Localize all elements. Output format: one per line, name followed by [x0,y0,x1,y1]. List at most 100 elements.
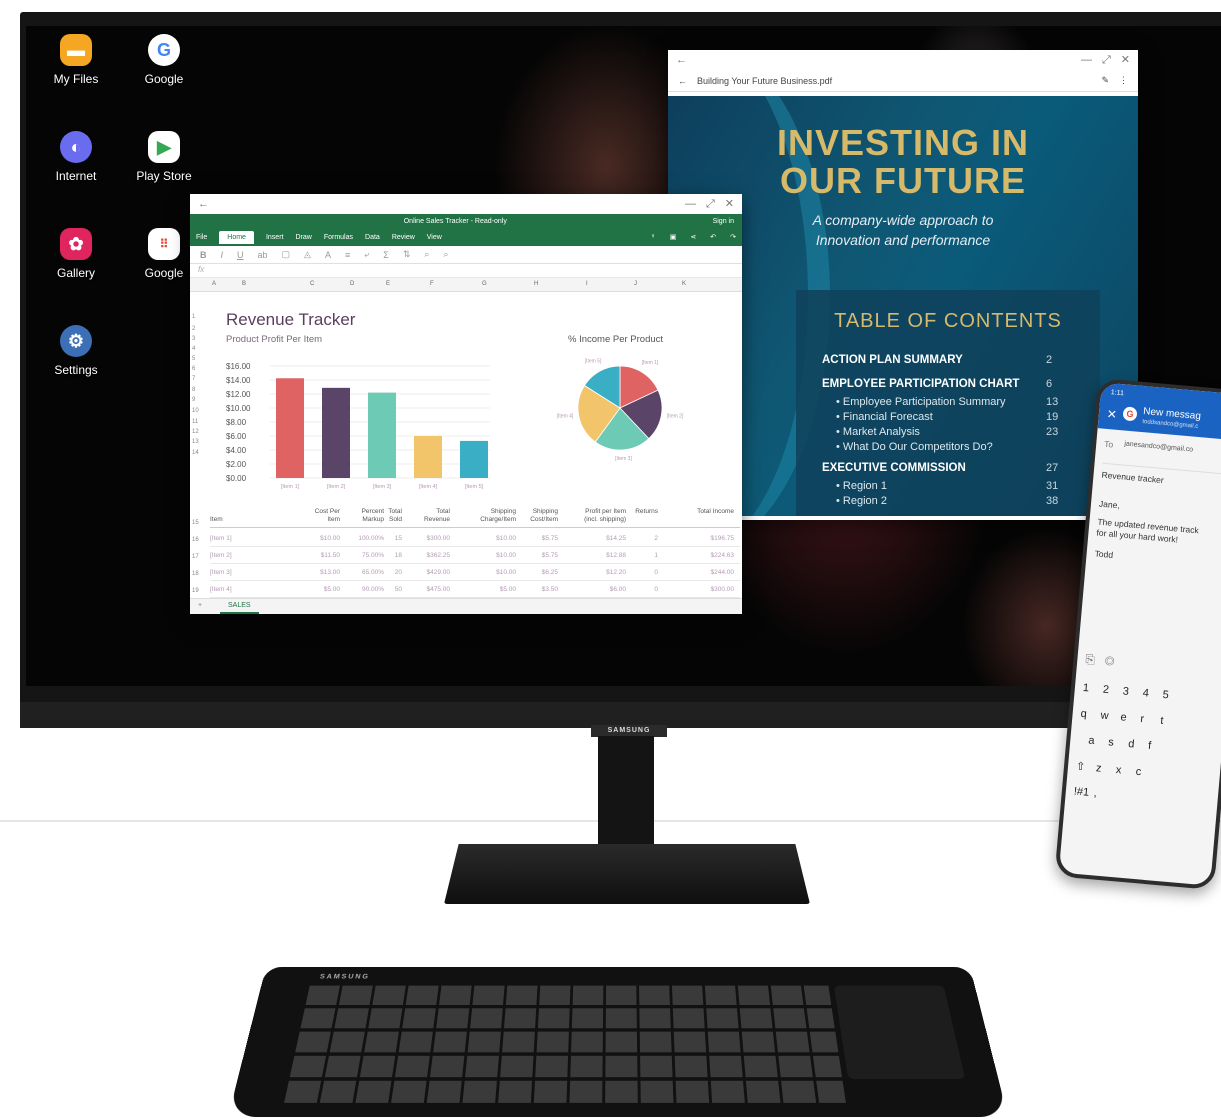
attach-icon[interactable]: ⎘ [1085,652,1106,668]
ribbon-tab-formulas[interactable]: Formulas [324,234,353,241]
close-icon[interactable]: ✕ [1121,54,1130,66]
redo-icon[interactable]: ↷ [730,233,736,241]
row-number[interactable]: 19 [192,588,199,594]
table-row[interactable]: [Item 3] $13.00 65.00% 20 $429.00 $10.00 $6.25… [210,564,740,581]
keyboard-touchpad[interactable] [834,986,965,1079]
app-google[interactable]: G Google [124,34,204,86]
row-number[interactable]: 9 [192,397,195,403]
toc-entry[interactable]: • Market Analysis [836,426,920,438]
key[interactable]: a [1088,735,1109,749]
column-header[interactable]: J [634,281,637,287]
close-icon[interactable]: ✕ [725,198,734,210]
borders-icon[interactable]: ▢ [282,249,291,260]
table-header-cell[interactable]: Total Income [690,508,734,516]
table-cell[interactable]: $3.50 [514,586,558,593]
table-header-cell[interactable]: Total Revenue [414,508,450,524]
table-cell[interactable]: 18 [378,552,402,559]
row-number[interactable]: 15 [192,520,199,526]
app-play-store[interactable]: ▶ Play Store [124,131,204,183]
key[interactable]: q [1080,708,1101,722]
table-cell[interactable]: $12.20 [570,569,626,576]
back-arrow-icon[interactable]: ← [678,76,687,86]
lightbulb-icon[interactable]: ♀ [651,233,656,241]
filter-icon[interactable]: ⌕ [424,249,429,260]
strikethrough-icon[interactable]: ab [258,250,268,260]
key[interactable]: , [1093,787,1114,801]
ribbon-tab-file[interactable]: File [196,234,207,241]
bold-icon[interactable]: B [200,250,207,260]
ribbon-tab-view[interactable]: View [427,234,442,241]
table-cell[interactable]: $14.25 [570,535,626,542]
camera-icon[interactable]: ◎ [1104,654,1125,670]
table-cell[interactable]: [Item 4] [210,586,250,593]
sort-icon[interactable]: ⇅ [403,249,411,260]
wrap-icon[interactable]: ⤶ [364,249,369,260]
key[interactable]: c [1135,766,1156,780]
key[interactable]: 1 [1082,682,1103,696]
key[interactable]: x [1115,764,1136,778]
table-row[interactable]: [Item 2] $11.50 75.00% 18 $362.25 $10.00 $5.75… [210,547,740,564]
table-cell[interactable]: [Item 2] [210,552,250,559]
key[interactable]: !#1 [1073,785,1094,799]
table-header-cell[interactable]: Shipping Charge/Item [468,508,516,524]
align-icon[interactable]: ≡ [345,250,350,260]
key[interactable]: 4 [1142,687,1163,701]
app-internet[interactable]: ◐ Internet [36,131,116,183]
table-header-cell[interactable]: Cost Per Item [310,508,340,524]
table-cell[interactable]: 50 [378,586,402,593]
key[interactable]: e [1120,711,1141,725]
key[interactable]: 3 [1122,685,1143,699]
row-number[interactable]: 1 [192,314,195,320]
maximize-icon[interactable]: ⤢ [706,198,715,210]
table-cell[interactable]: $6.00 [570,586,626,593]
close-icon[interactable]: ✕ [1106,407,1117,422]
table-cell[interactable]: $244.00 [690,569,734,576]
to-field[interactable]: janesandco@gmail.co [1124,441,1193,454]
table-header-cell[interactable]: Returns [628,508,658,516]
row-number[interactable]: 14 [192,450,199,456]
row-number[interactable]: 5 [192,356,195,362]
key[interactable]: t [1160,715,1181,729]
table-cell[interactable]: [Item 1] [210,535,250,542]
table-cell[interactable]: $5.00 [468,586,516,593]
table-cell[interactable]: $6.25 [514,569,558,576]
key[interactable]: 2 [1102,684,1123,698]
table-cell[interactable]: 20 [378,569,402,576]
table-cell[interactable]: $196.75 [690,535,734,542]
table-cell[interactable]: 2 [628,535,658,542]
column-header[interactable]: A [212,281,216,287]
table-cell[interactable]: $5.00 [310,586,340,593]
column-header[interactable]: B [242,281,246,287]
table-cell[interactable]: $10.00 [310,535,340,542]
column-header[interactable]: E [386,281,390,287]
key[interactable]: s [1108,736,1129,750]
key[interactable]: z [1095,762,1116,776]
table-cell[interactable]: $362.25 [414,552,450,559]
toc-entry[interactable]: • What Do Our Competitors Do? [836,441,993,453]
row-number[interactable]: 18 [192,571,199,577]
sheet-tab-sales[interactable]: SALES [220,599,259,614]
table-cell[interactable]: $5.75 [514,535,558,542]
row-number[interactable]: 13 [192,439,199,445]
toc-entry[interactable]: • Financial Forecast [836,411,933,423]
row-number[interactable]: 10 [192,408,199,414]
table-cell[interactable]: $10.00 [468,569,516,576]
excel-window[interactable]: ← — ⤢ ✕ Online Sales Tracker - Read-only S… [190,194,742,614]
row-number[interactable]: 7 [192,376,195,382]
table-cell[interactable]: 1 [628,552,658,559]
key[interactable]: d [1128,738,1149,752]
underline-icon[interactable]: U [237,250,244,260]
share-icon[interactable]: ⋖ [690,233,696,241]
table-cell[interactable]: $5.75 [514,552,558,559]
row-number[interactable]: 6 [192,366,195,372]
toc-entry[interactable]: EXECUTIVE COMMISSION [822,462,966,474]
ribbon-tab-review[interactable]: Review [392,234,415,241]
toc-entry[interactable]: EMPLOYEE PARTICIPATION CHART [822,378,1019,390]
add-sheet-icon[interactable]: + [198,602,202,609]
table-cell[interactable]: [Item 3] [210,569,250,576]
on-screen-keyboard[interactable]: 1 2 3 4 5 q w e r t a s d f ⇧ z x c !#1, [1075,681,1221,695]
table-cell[interactable]: $224.63 [690,552,734,559]
row-number[interactable]: 2 [192,326,195,332]
edit-pencil-icon[interactable]: ✎ [1101,75,1109,86]
formula-bar[interactable]: fx [190,264,742,278]
